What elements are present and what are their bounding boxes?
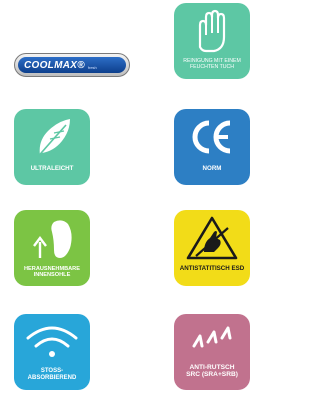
- esd-warning-icon: [186, 216, 238, 260]
- anti-slip-icon: [192, 326, 232, 348]
- feather-icon: [35, 119, 70, 160]
- hand-icon: [198, 9, 226, 53]
- tile-cleaning-label: REINIGUNG MIT EINEM FEUCHTEN TUCH: [183, 58, 241, 70]
- tile-anti-slip-label: ANTI-RUTSCH SRC (SRA+SRB): [186, 364, 238, 379]
- insole-icon: [33, 220, 72, 258]
- ce-mark-icon: [192, 120, 231, 154]
- shock-absorb-icon: [26, 326, 78, 357]
- tile-insole-label: HERAUSNEHMBARE INNENSOHLE: [24, 266, 80, 279]
- tile-esd-label: ANTISTATITISCH ESD: [179, 265, 245, 272]
- coolmax-logo: COOLMAX® fresh: [14, 53, 130, 77]
- tile-insole: HERAUSNEHMBARE INNENSOHLE: [14, 210, 90, 286]
- tile-shock: STOSS-ABSORBIEREND: [14, 314, 90, 390]
- coolmax-logo-inner: COOLMAX® fresh: [18, 57, 126, 73]
- coolmax-brand-text: COOLMAX®: [24, 59, 85, 71]
- tile-cleaning: REINIGUNG MIT EINEM FEUCHTEN TUCH: [174, 3, 250, 79]
- tile-ce-norm-label: NORM: [202, 165, 222, 172]
- tile-shock-label: STOSS-ABSORBIEREND: [27, 368, 77, 381]
- tile-anti-slip: ANTI-RUTSCH SRC (SRA+SRB): [174, 314, 250, 390]
- coolmax-sub-text: fresh: [87, 64, 97, 70]
- tile-ultralight-label: ULTRALEICHT: [30, 165, 74, 172]
- tile-ce-norm: NORM: [174, 109, 250, 185]
- tile-esd: ANTISTATITISCH ESD: [174, 210, 250, 286]
- tile-ultralight: ULTRALEICHT: [14, 109, 90, 185]
